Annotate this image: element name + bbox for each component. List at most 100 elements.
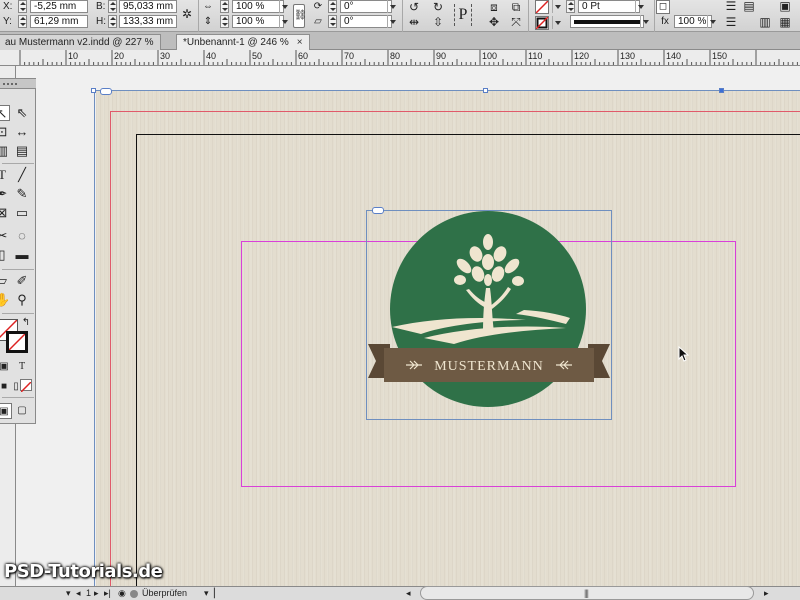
rotate-field[interactable]: 0° [340, 0, 392, 13]
gradient-feather-tool-icon[interactable]: ▬ [14, 247, 30, 263]
rotate-stepper[interactable] [328, 0, 337, 13]
content-collector-tool-icon[interactable]: ▥ [0, 143, 10, 159]
free-transform-tool-icon[interactable]: ◌ [14, 228, 30, 244]
y-field[interactable]: 61,29 mm [30, 15, 88, 28]
frame-handle-top-center[interactable] [483, 88, 488, 93]
horizontal-ruler[interactable]: 10 20 30 40 50 60 70 80 90 100 110 120 130 140 150 [0, 50, 800, 66]
width-field[interactable]: 95,033 mm [119, 0, 177, 13]
swap-colors-icon[interactable]: ↰ [18, 315, 34, 331]
stroke-weight-stepper[interactable] [566, 0, 575, 13]
shear-dropdown[interactable] [387, 15, 397, 28]
effects-icon[interactable]: fx [658, 16, 672, 28]
frame-handle-top-right[interactable] [719, 88, 724, 93]
type-tool-icon[interactable]: T [0, 167, 10, 183]
scale-x-dropdown[interactable] [279, 0, 289, 13]
drop-shadow-icon[interactable]: ◻ [656, 0, 670, 14]
width-stepper[interactable] [108, 0, 117, 13]
previous-page-icon[interactable]: ◂ [76, 587, 81, 600]
align-left-icon[interactable]: ☰ [724, 0, 738, 12]
pencil-tool-icon[interactable]: ✎ [14, 186, 30, 202]
shear-field[interactable]: 0° [340, 15, 392, 28]
scale-y-dropdown[interactable] [279, 15, 289, 28]
next-page-icon[interactable]: ▸ [94, 587, 99, 600]
scale-y-stepper[interactable] [220, 15, 229, 28]
line-tool-icon[interactable]: ╱ [14, 167, 30, 183]
scale-y-field[interactable]: 100 % [232, 15, 284, 28]
rectangle-frame-tool-icon[interactable]: ⊠ [0, 205, 10, 221]
scissors-tool-icon[interactable]: ✂ [0, 228, 10, 244]
content-placer-tool-icon[interactable]: ▤ [14, 143, 30, 159]
preview-mode-icon[interactable]: ▢ [14, 403, 30, 419]
tab-label: *Unbenannt-1 @ 246 % [183, 37, 289, 48]
pen-tool-icon[interactable]: ✒ [0, 186, 10, 202]
previous-page-dropdown-icon[interactable]: ▾ [66, 587, 71, 600]
stroke-swatch-icon[interactable] [535, 16, 549, 30]
stroke-weight-field[interactable]: 0 Pt [578, 0, 640, 13]
formatting-text-icon[interactable]: T [14, 359, 30, 375]
page-number-field[interactable]: 1 [86, 587, 91, 600]
horizontal-scrollbar[interactable]: ||| [420, 586, 754, 600]
apply-none-icon[interactable] [20, 379, 32, 393]
flip-horizontal-icon[interactable]: ⇹ [408, 16, 420, 28]
gradient-swatch-tool-icon[interactable]: ▯ [0, 247, 10, 263]
tab-mustermann-v2[interactable]: au Mustermann v2.indd @ 227 % [0, 34, 161, 50]
shear-stepper[interactable] [328, 15, 337, 28]
rectangle-tool-icon[interactable]: ▭ [14, 205, 30, 221]
note-tool-icon[interactable]: ▱ [0, 273, 10, 289]
select-container-icon[interactable]: ⧈ [488, 1, 500, 13]
select-next-icon[interactable]: ⤧ [510, 16, 522, 28]
y-stepper[interactable] [18, 15, 27, 28]
rotate-ccw-icon[interactable]: ↺ [408, 1, 420, 13]
height-field[interactable]: 133,33 mm [119, 15, 177, 28]
preflight-label[interactable]: Überprüfen [142, 587, 187, 600]
stroke-dropdown[interactable] [552, 16, 562, 29]
selection-tool-icon[interactable]: ↖ [0, 105, 10, 121]
rotate-dropdown[interactable] [387, 0, 397, 13]
hand-tool-icon[interactable]: ✋ [0, 292, 10, 308]
height-stepper[interactable] [108, 15, 117, 28]
scroll-right-icon[interactable]: ▸ [764, 587, 769, 600]
stroke-color-icon[interactable] [6, 331, 28, 353]
logo-frame-outline[interactable] [366, 210, 612, 420]
frame-handle-top-left[interactable] [91, 88, 96, 93]
direct-selection-tool-icon[interactable]: ⇖ [14, 105, 30, 121]
text-frame-icon[interactable]: P [454, 4, 472, 26]
page-tool-icon[interactable]: ⊡ [0, 124, 10, 140]
rotate-cw-icon[interactable]: ↻ [432, 1, 444, 13]
reference-point-icon[interactable]: ✲ [180, 8, 194, 20]
close-tab-icon[interactable]: × [297, 37, 303, 48]
tab-unbenannt-1[interactable]: *Unbenannt-1 @ 246 % × [176, 34, 310, 50]
fill-dropdown[interactable] [552, 0, 562, 13]
zoom-tool-icon[interactable]: ⚲ [14, 292, 30, 308]
frame-link-icon[interactable] [100, 88, 112, 95]
scale-x-field[interactable]: 100 % [232, 0, 284, 13]
formatting-container-icon[interactable]: ▣ [0, 359, 12, 375]
select-previous-icon[interactable]: ✥ [488, 16, 500, 28]
align-center-icon[interactable]: ☰ [724, 16, 738, 28]
last-page-icon[interactable]: ▸| [104, 587, 111, 600]
logo-link-icon[interactable] [372, 207, 384, 214]
tools-panel-grip[interactable] [0, 79, 36, 89]
flip-vertical-icon[interactable]: ⇳ [432, 16, 444, 28]
preflight-dropdown-icon[interactable]: ▾ [204, 587, 209, 600]
constrain-proportions-icon[interactable]: ⛓ [293, 4, 307, 28]
gap-tool-icon[interactable]: ↔ [14, 124, 30, 140]
normal-mode-icon[interactable]: ▣ [0, 403, 12, 419]
select-content-icon[interactable]: ⧉ [510, 1, 522, 13]
opacity-dropdown[interactable] [707, 15, 717, 28]
scale-x-stepper[interactable] [220, 0, 229, 13]
distribute-icon[interactable]: ▥ [758, 16, 772, 28]
eyedropper-tool-icon[interactable]: ✐ [14, 273, 30, 289]
stroke-weight-dropdown[interactable] [635, 0, 645, 13]
preflight-status-icon[interactable]: ◉ [118, 587, 126, 600]
stroke-type-field[interactable] [570, 15, 644, 28]
fill-swatch-icon[interactable] [535, 0, 549, 14]
text-wrap-icon[interactable]: ▣ [778, 0, 792, 12]
stroke-type-dropdown[interactable] [640, 15, 650, 28]
align-right-icon[interactable]: ▤ [742, 0, 756, 12]
x-field[interactable]: -5,25 mm [30, 0, 88, 13]
x-stepper[interactable] [18, 0, 27, 13]
text-wrap-shape-icon[interactable]: ▦ [778, 16, 792, 28]
scroll-left-icon[interactable]: ◂ [406, 587, 411, 600]
open-folder-icon[interactable]: ▏ [214, 587, 221, 600]
